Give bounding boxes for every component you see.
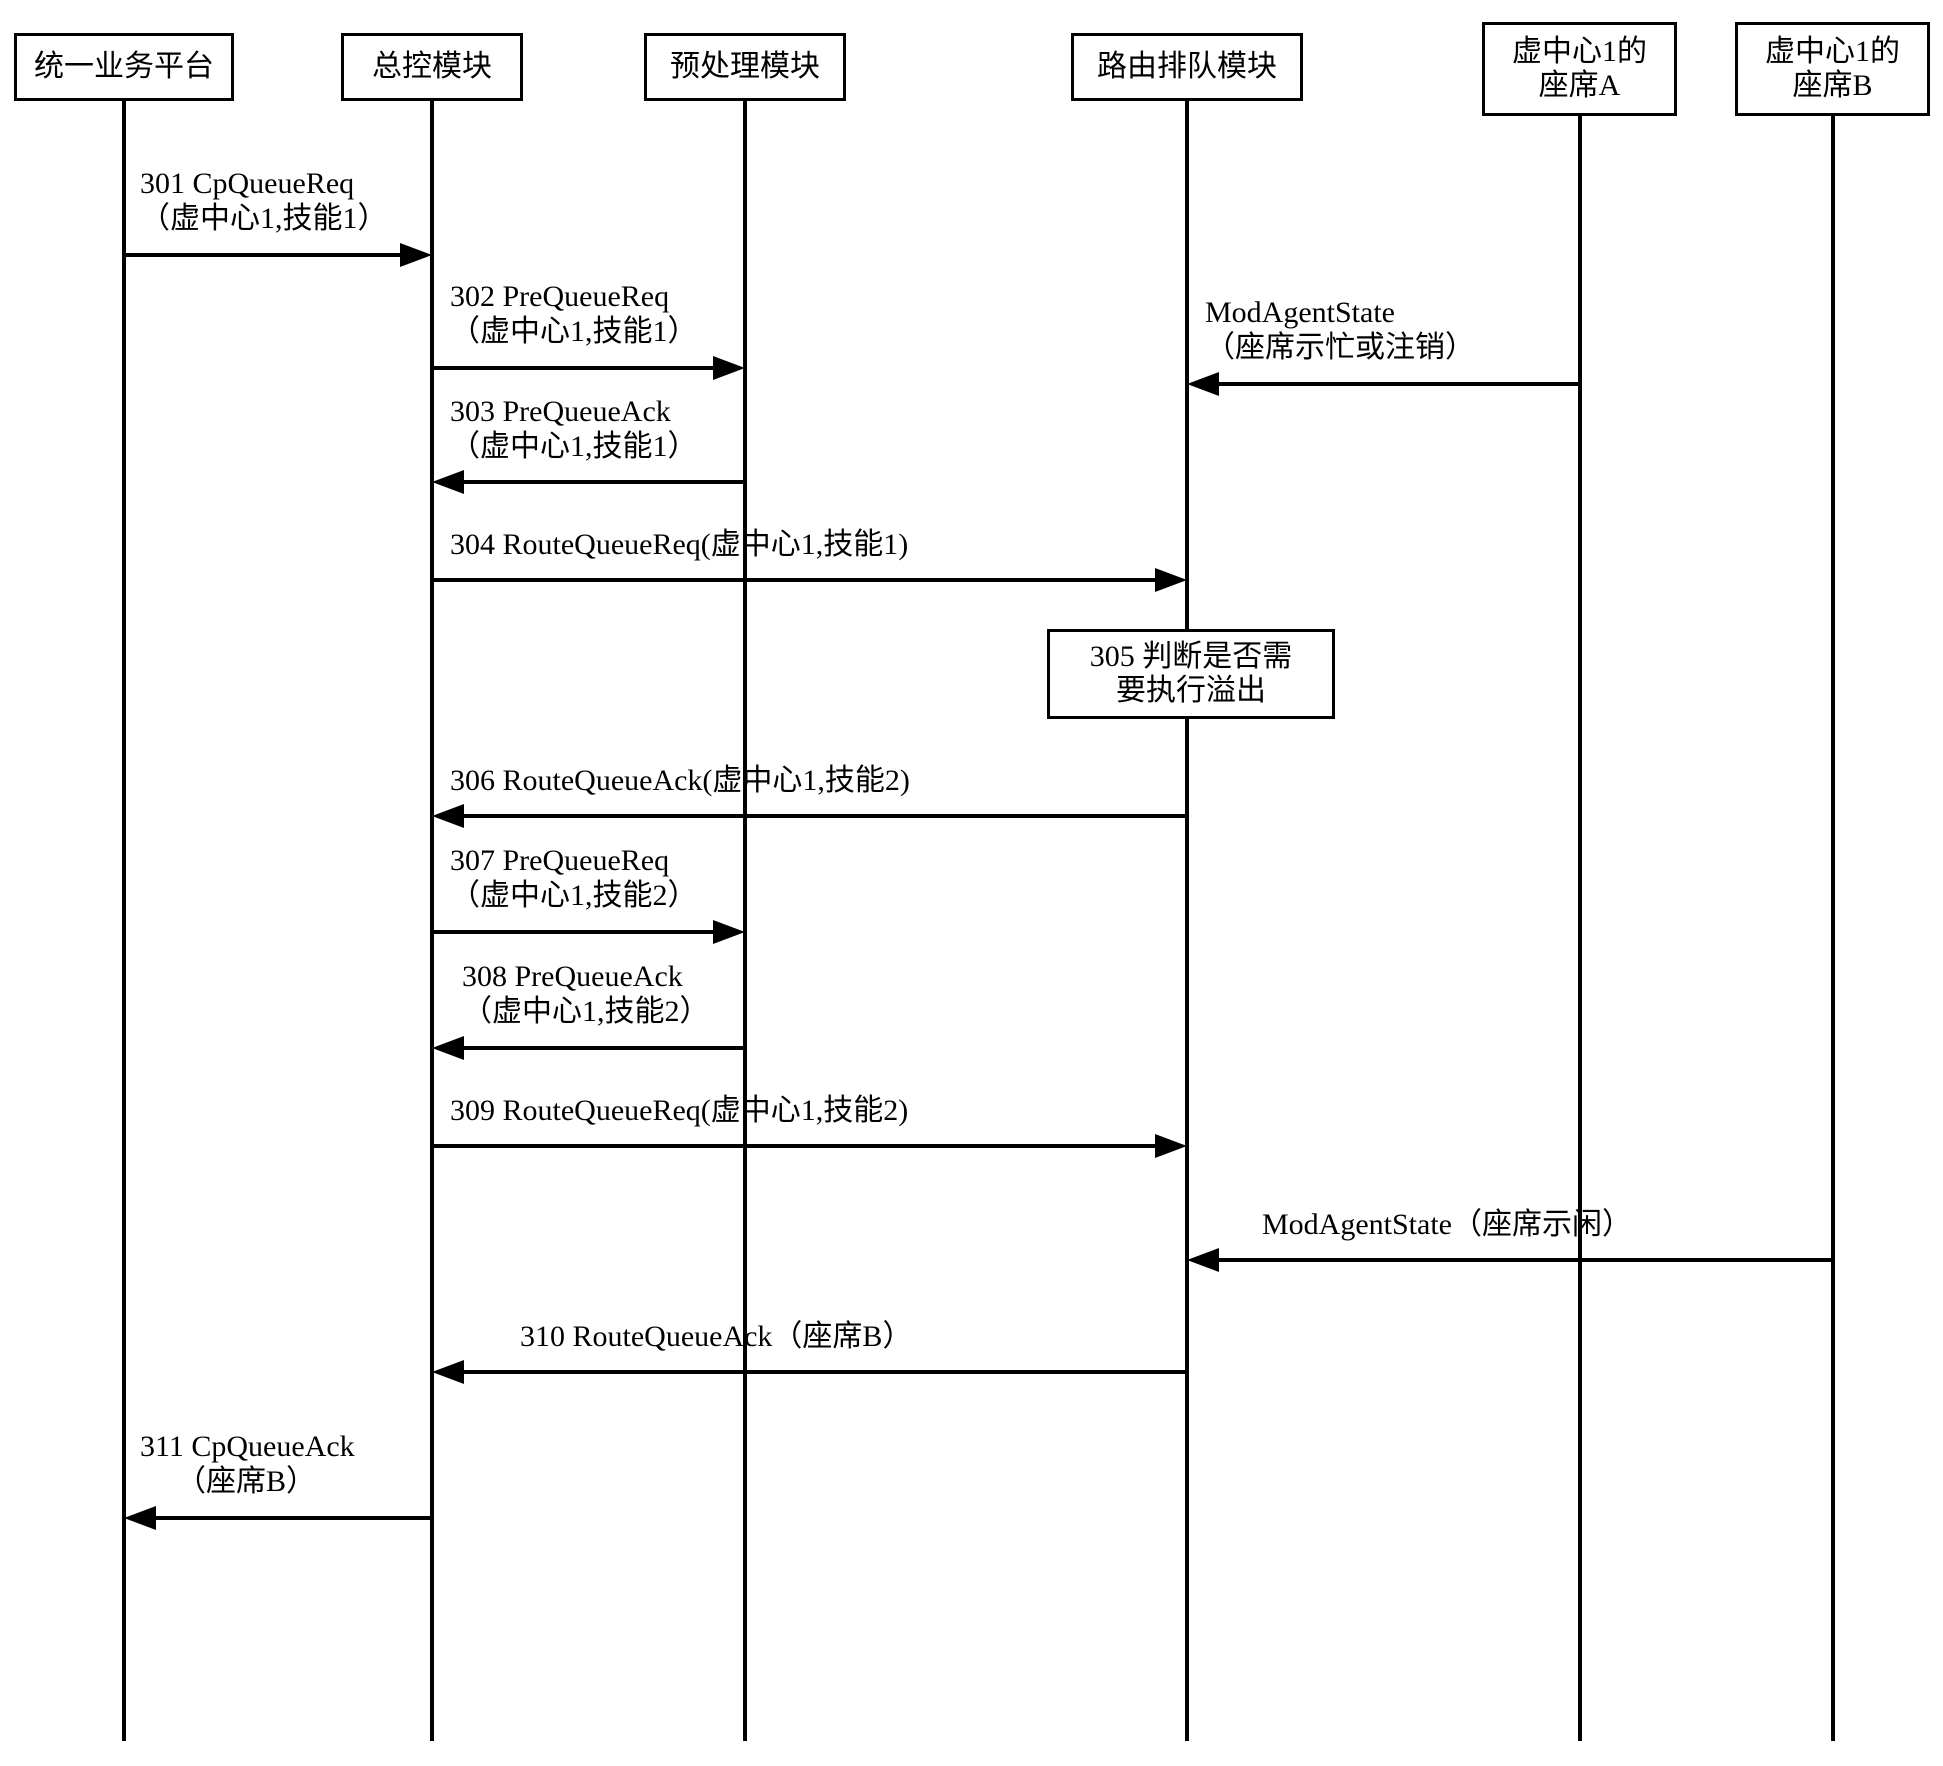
arrow-310: [432, 1360, 1187, 1384]
lifeline-label: 统一业务平台: [34, 50, 214, 85]
msg-306-label: 306 RouteQueueAck(虚中心1,技能2): [450, 764, 910, 799]
msg-307-label: 307 PreQueueReq （虚中心1,技能2）: [450, 844, 698, 913]
lifeline-label: 预处理模块: [670, 50, 820, 85]
arrow-309: [432, 1134, 1187, 1158]
lifeline-line: [1578, 116, 1582, 1741]
lifeline-label: 总控模块: [372, 50, 492, 85]
lifeline-label-line1: 虚中心1的: [1765, 35, 1900, 68]
msg-309-label: 309 RouteQueueReq(虚中心1,技能2): [450, 1094, 908, 1129]
msg-mas-idle-label: ModAgentState（座席示闲）: [1262, 1208, 1632, 1243]
arrow-303: [432, 470, 745, 494]
note-305-line2: 要执行溢出: [1116, 674, 1266, 707]
lifeline-header-unified-platform: 统一业务平台: [14, 33, 234, 101]
arrow-mas-idle: [1187, 1248, 1833, 1272]
arrow-307: [432, 920, 745, 944]
lifeline-label-line1: 虚中心1的: [1512, 35, 1647, 68]
arrow-306: [432, 804, 1187, 828]
arrow-302: [432, 356, 745, 380]
lifeline-header-master-control: 总控模块: [341, 33, 523, 101]
note-305: 305 判断是否需 要执行溢出: [1047, 629, 1335, 719]
lifeline-label: 路由排队模块: [1097, 50, 1277, 85]
msg-301-label: 301 CpQueueReq （虚中心1,技能1）: [140, 167, 388, 236]
msg-mas-busy-label: ModAgentState （座席示忙或注销）: [1205, 296, 1475, 365]
msg-303-label: 303 PreQueueAck （虚中心1,技能1）: [450, 395, 698, 464]
arrow-308: [432, 1036, 745, 1060]
lifeline-label-line2: 座席B: [1792, 69, 1872, 102]
lifeline-line: [122, 101, 126, 1741]
lifeline-line: [1185, 101, 1189, 1741]
arrow-301: [124, 243, 432, 267]
lifeline-header-preprocess: 预处理模块: [644, 33, 846, 101]
msg-302-label: 302 PreQueueReq （虚中心1,技能1）: [450, 280, 698, 349]
note-305-line1: 305 判断是否需: [1090, 640, 1293, 673]
msg-308-label: 308 PreQueueAck （虚中心1,技能2）: [462, 960, 710, 1029]
msg-311-label: 311 CpQueueAck （座席B）: [140, 1430, 355, 1499]
lifeline-header-route-queue: 路由排队模块: [1071, 33, 1303, 101]
arrow-304: [432, 568, 1187, 592]
arrow-311: [124, 1506, 432, 1530]
lifeline-header-agent-b: 虚中心1的 座席B: [1735, 22, 1930, 116]
msg-304-label: 304 RouteQueueReq(虚中心1,技能1): [450, 528, 908, 563]
arrow-mas-busy: [1187, 372, 1580, 396]
lifeline-label-line2: 座席A: [1539, 69, 1621, 102]
msg-310-label: 310 RouteQueueAck（座席B）: [520, 1320, 912, 1355]
lifeline-line: [1831, 116, 1835, 1741]
lifeline-header-agent-a: 虚中心1的 座席A: [1482, 22, 1677, 116]
sequence-diagram: 统一业务平台 总控模块 预处理模块 路由排队模块 虚中心1的 座席A 虚中心1的…: [0, 0, 1943, 1766]
